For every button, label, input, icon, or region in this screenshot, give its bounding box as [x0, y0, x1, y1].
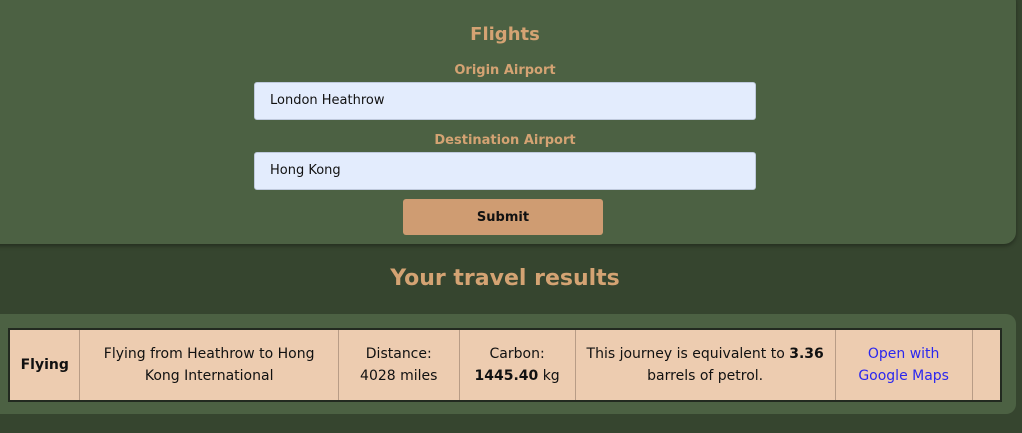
- results-heading: Your travel results: [390, 266, 620, 291]
- flights-title: Flights: [470, 24, 540, 45]
- origin-airport-input[interactable]: London Heathrow: [254, 82, 756, 120]
- carbon-label: Carbon:: [489, 346, 545, 362]
- distance-label: Distance:: [365, 346, 432, 362]
- carbon-value: 1445.40: [474, 368, 539, 384]
- carbon-unit: kg: [542, 368, 560, 384]
- equivalence-cell: This journey is equivalent to 3.36 barre…: [575, 329, 836, 401]
- submit-button[interactable]: Submit: [403, 199, 603, 235]
- equivalence-suffix: barrels of petrol.: [647, 368, 764, 384]
- destination-airport-input[interactable]: Hong Kong: [254, 152, 756, 190]
- open-google-maps-link[interactable]: Open with Google Maps: [858, 346, 949, 384]
- maps-link-cell: Open with Google Maps: [835, 329, 973, 401]
- empty-cell: [972, 329, 1001, 401]
- equivalence-value: 3.36: [789, 346, 824, 362]
- travel-mode-cell: Flying: [9, 329, 81, 401]
- destination-airport-label: Destination Airport: [434, 133, 576, 148]
- carbon-cell: Carbon: 1445.40 kg: [459, 329, 576, 401]
- origin-airport-label: Origin Airport: [454, 63, 556, 78]
- distance-value: 4028 miles: [360, 368, 438, 384]
- equivalence-prefix: This journey is equivalent to: [586, 346, 785, 362]
- route-cell: Flying from Heathrow to Hong Kong Intern…: [79, 329, 339, 401]
- distance-cell: Distance: 4028 miles: [338, 329, 460, 401]
- results-table: Flying Flying from Heathrow to Hong Kong…: [8, 328, 1002, 402]
- table-row: Flying Flying from Heathrow to Hong Kong…: [9, 329, 1001, 401]
